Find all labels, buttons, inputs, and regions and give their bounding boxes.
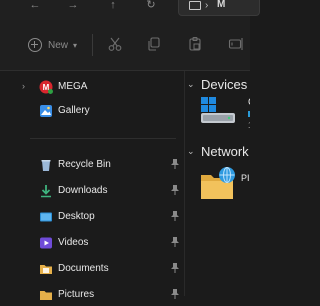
up-arrow-icon[interactable]: ↑ [104,0,122,12]
hard-drive-icon [201,97,235,123]
sidebar-item-pictures[interactable]: Pictures [0,284,184,306]
group-header-label: Network [201,144,249,159]
drive-name: C [248,97,250,108]
refresh-icon[interactable]: ↻ [142,0,160,12]
recycle-bin-icon [41,160,51,171]
sidebar-divider [30,138,176,139]
command-bar: New ▾ [0,20,250,71]
pin-icon[interactable] [170,158,180,170]
toolbar-divider [92,34,93,56]
videos-icon [40,237,52,249]
content-pane: ⌄ Devices a C 18 ⌄ Network PI [185,71,250,296]
sidebar-item-label: Pictures [58,289,95,300]
new-button[interactable]: New ▾ [28,36,77,54]
drive-free-space: 18 [248,121,250,130]
rename-icon[interactable] [228,36,244,52]
back-arrow-icon[interactable]: ← [26,0,44,12]
expand-chevron-icon[interactable]: › [22,81,25,91]
breadcrumb-chevron-icon[interactable]: › [205,0,208,11]
sidebar-item-label: Downloads [58,185,108,196]
chevron-down-icon: ⌄ [187,146,195,156]
documents-icon [40,265,52,274]
pin-icon[interactable] [170,262,180,274]
sidebar-item-recycle-bin[interactable]: Recycle Bin [0,154,184,176]
sidebar-item-label: Videos [58,237,89,248]
paste-icon[interactable] [187,36,203,52]
pin-icon[interactable] [170,236,180,248]
address-bar[interactable]: › M [178,0,260,16]
sidebar-item-label: Recycle Bin [58,159,111,170]
desktop-icon [40,212,52,222]
mega-icon: M [39,80,53,94]
copy-icon[interactable] [146,36,162,52]
plus-circle-icon [28,38,42,52]
gallery-icon [40,105,52,117]
sidebar-item-gallery[interactable]: Gallery [0,100,184,122]
drive-tile[interactable]: C 18 [199,95,250,135]
sidebar-item-label: Gallery [58,105,90,116]
sidebar-item-videos[interactable]: Videos [0,232,184,254]
chevron-down-icon: ▾ [73,40,78,50]
sidebar-item-mega[interactable]: › M MEGA [0,76,184,98]
chevron-down-icon: ⌄ [187,79,195,89]
cut-icon[interactable] [107,36,123,52]
network-device-tile[interactable]: PI [199,165,250,205]
pin-icon[interactable] [170,210,180,222]
sidebar-item-downloads[interactable]: Downloads [0,180,184,202]
group-header-label: Devices a [201,77,250,92]
sidebar-item-label: Desktop [58,211,95,222]
pin-icon[interactable] [170,288,180,300]
new-button-label: New [48,39,69,51]
this-pc-icon [189,1,201,10]
pictures-icon [40,291,52,300]
sidebar-item-label: Documents [58,263,109,274]
forward-arrow-icon[interactable]: → [64,0,82,12]
drive-usage-bar [248,111,250,117]
sidebar-item-documents[interactable]: Documents [0,258,184,280]
title-bar: ← → ↑ ↻ › M [0,0,260,20]
sidebar-item-label: MEGA [58,81,88,92]
pin-icon[interactable] [170,184,180,196]
network-folder-icon [201,167,235,199]
network-device-name: PI [241,173,250,183]
downloads-icon [41,185,51,198]
breadcrumb-segment[interactable]: M [217,0,225,10]
sidebar-item-desktop[interactable]: Desktop [0,206,184,228]
